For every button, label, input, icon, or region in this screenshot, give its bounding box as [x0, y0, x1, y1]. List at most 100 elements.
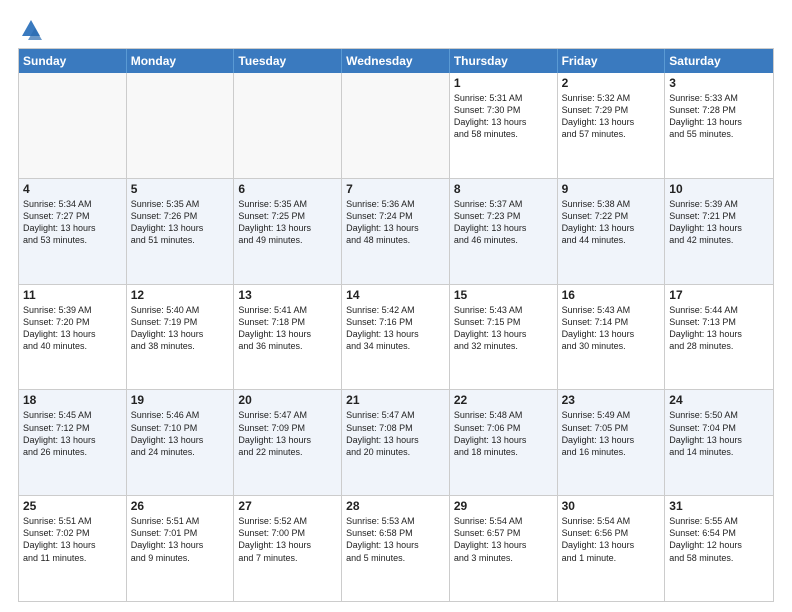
cell-info: Sunrise: 5:43 AM Sunset: 7:14 PM Dayligh… — [562, 304, 661, 353]
cell-info: Sunrise: 5:51 AM Sunset: 7:01 PM Dayligh… — [131, 515, 230, 564]
cal-cell-day-2: 2 Sunrise: 5:32 AM Sunset: 7:29 PM Daylig… — [558, 73, 666, 178]
calendar-row: 1 Sunrise: 5:31 AM Sunset: 7:30 PM Daylig… — [19, 73, 773, 179]
cell-info: Sunrise: 5:47 AM Sunset: 7:08 PM Dayligh… — [346, 409, 445, 458]
cal-cell-day-1: 1 Sunrise: 5:31 AM Sunset: 7:30 PM Daylig… — [450, 73, 558, 178]
cell-info: Sunrise: 5:39 AM Sunset: 7:21 PM Dayligh… — [669, 198, 769, 247]
cal-cell-day-23: 23 Sunrise: 5:49 AM Sunset: 7:05 PM Dayli… — [558, 390, 666, 495]
day-number: 19 — [131, 393, 230, 407]
cal-cell-day-10: 10 Sunrise: 5:39 AM Sunset: 7:21 PM Dayli… — [665, 179, 773, 284]
cell-info: Sunrise: 5:36 AM Sunset: 7:24 PM Dayligh… — [346, 198, 445, 247]
cal-cell-day-5: 5 Sunrise: 5:35 AM Sunset: 7:26 PM Daylig… — [127, 179, 235, 284]
cell-info: Sunrise: 5:43 AM Sunset: 7:15 PM Dayligh… — [454, 304, 553, 353]
cal-cell-day-26: 26Sunrise: 5:51 AM Sunset: 7:01 PM Dayli… — [127, 496, 235, 601]
cal-cell-day-30: 30 Sunrise: 5:54 AM Sunset: 6:56 PM Dayli… — [558, 496, 666, 601]
cell-info: Sunrise: 5:51 AM Sunset: 7:02 PM Dayligh… — [23, 515, 122, 564]
cell-info: Sunrise: 5:35 AM Sunset: 7:25 PM Dayligh… — [238, 198, 337, 247]
cal-cell-empty — [234, 73, 342, 178]
day-number: 21 — [346, 393, 445, 407]
cal-cell-day-14: 14Sunrise: 5:42 AM Sunset: 7:16 PM Dayli… — [342, 285, 450, 390]
cal-cell-empty — [342, 73, 450, 178]
page: SundayMondayTuesdayWednesdayThursdayFrid… — [0, 0, 792, 612]
day-number: 13 — [238, 288, 337, 302]
day-number: 22 — [454, 393, 553, 407]
cal-cell-day-8: 8Sunrise: 5:37 AM Sunset: 7:23 PM Daylig… — [450, 179, 558, 284]
day-number: 23 — [562, 393, 661, 407]
cell-info: Sunrise: 5:47 AM Sunset: 7:09 PM Dayligh… — [238, 409, 337, 458]
cal-cell-day-7: 7 Sunrise: 5:36 AM Sunset: 7:24 PM Daylig… — [342, 179, 450, 284]
cal-cell-day-9: 9 Sunrise: 5:38 AM Sunset: 7:22 PM Daylig… — [558, 179, 666, 284]
day-number: 1 — [454, 76, 553, 90]
cal-cell-day-18: 18Sunrise: 5:45 AM Sunset: 7:12 PM Dayli… — [19, 390, 127, 495]
day-number: 18 — [23, 393, 122, 407]
cal-cell-day-6: 6 Sunrise: 5:35 AM Sunset: 7:25 PM Daylig… — [234, 179, 342, 284]
logo — [18, 18, 42, 40]
header-day-thursday: Thursday — [450, 49, 558, 73]
cell-info: Sunrise: 5:41 AM Sunset: 7:18 PM Dayligh… — [238, 304, 337, 353]
cal-cell-day-28: 28Sunrise: 5:53 AM Sunset: 6:58 PM Dayli… — [342, 496, 450, 601]
cell-info: Sunrise: 5:54 AM Sunset: 6:56 PM Dayligh… — [562, 515, 661, 564]
cal-cell-day-29: 29 Sunrise: 5:54 AM Sunset: 6:57 PM Dayli… — [450, 496, 558, 601]
day-number: 16 — [562, 288, 661, 302]
cal-cell-day-3: 3 Sunrise: 5:33 AM Sunset: 7:28 PM Daylig… — [665, 73, 773, 178]
calendar-row: 4 Sunrise: 5:34 AM Sunset: 7:27 PM Daylig… — [19, 179, 773, 285]
day-number: 27 — [238, 499, 337, 513]
day-number: 25 — [23, 499, 122, 513]
cell-info: Sunrise: 5:32 AM Sunset: 7:29 PM Dayligh… — [562, 92, 661, 141]
day-number: 10 — [669, 182, 769, 196]
calendar-header: SundayMondayTuesdayWednesdayThursdayFrid… — [19, 49, 773, 73]
calendar-body: 1 Sunrise: 5:31 AM Sunset: 7:30 PM Daylig… — [19, 73, 773, 601]
cal-cell-day-20: 20Sunrise: 5:47 AM Sunset: 7:09 PM Dayli… — [234, 390, 342, 495]
cell-info: Sunrise: 5:31 AM Sunset: 7:30 PM Dayligh… — [454, 92, 553, 141]
header-day-sunday: Sunday — [19, 49, 127, 73]
day-number: 7 — [346, 182, 445, 196]
cell-info: Sunrise: 5:34 AM Sunset: 7:27 PM Dayligh… — [23, 198, 122, 247]
header-day-tuesday: Tuesday — [234, 49, 342, 73]
day-number: 4 — [23, 182, 122, 196]
cell-info: Sunrise: 5:39 AM Sunset: 7:20 PM Dayligh… — [23, 304, 122, 353]
day-number: 5 — [131, 182, 230, 196]
cal-cell-day-19: 19 Sunrise: 5:46 AM Sunset: 7:10 PM Dayli… — [127, 390, 235, 495]
day-number: 9 — [562, 182, 661, 196]
cell-info: Sunrise: 5:49 AM Sunset: 7:05 PM Dayligh… — [562, 409, 661, 458]
cell-info: Sunrise: 5:53 AM Sunset: 6:58 PM Dayligh… — [346, 515, 445, 564]
cal-cell-day-12: 12 Sunrise: 5:40 AM Sunset: 7:19 PM Dayli… — [127, 285, 235, 390]
cell-info: Sunrise: 5:35 AM Sunset: 7:26 PM Dayligh… — [131, 198, 230, 247]
cell-info: Sunrise: 5:54 AM Sunset: 6:57 PM Dayligh… — [454, 515, 553, 564]
day-number: 3 — [669, 76, 769, 90]
header-day-monday: Monday — [127, 49, 235, 73]
cal-cell-day-4: 4 Sunrise: 5:34 AM Sunset: 7:27 PM Daylig… — [19, 179, 127, 284]
cal-cell-day-15: 15Sunrise: 5:43 AM Sunset: 7:15 PM Dayli… — [450, 285, 558, 390]
header-day-saturday: Saturday — [665, 49, 773, 73]
cell-info: Sunrise: 5:42 AM Sunset: 7:16 PM Dayligh… — [346, 304, 445, 353]
cell-info: Sunrise: 5:52 AM Sunset: 7:00 PM Dayligh… — [238, 515, 337, 564]
cal-cell-day-17: 17Sunrise: 5:44 AM Sunset: 7:13 PM Dayli… — [665, 285, 773, 390]
calendar-row: 11 Sunrise: 5:39 AM Sunset: 7:20 PM Dayli… — [19, 285, 773, 391]
day-number: 30 — [562, 499, 661, 513]
cell-info: Sunrise: 5:46 AM Sunset: 7:10 PM Dayligh… — [131, 409, 230, 458]
day-number: 6 — [238, 182, 337, 196]
cell-info: Sunrise: 5:40 AM Sunset: 7:19 PM Dayligh… — [131, 304, 230, 353]
day-number: 11 — [23, 288, 122, 302]
day-number: 17 — [669, 288, 769, 302]
calendar-row: 25 Sunrise: 5:51 AM Sunset: 7:02 PM Dayli… — [19, 496, 773, 601]
day-number: 2 — [562, 76, 661, 90]
cal-cell-day-31: 31Sunrise: 5:55 AM Sunset: 6:54 PM Dayli… — [665, 496, 773, 601]
cal-cell-day-22: 22 Sunrise: 5:48 AM Sunset: 7:06 PM Dayli… — [450, 390, 558, 495]
cal-cell-empty — [19, 73, 127, 178]
cell-info: Sunrise: 5:48 AM Sunset: 7:06 PM Dayligh… — [454, 409, 553, 458]
cal-cell-day-16: 16 Sunrise: 5:43 AM Sunset: 7:14 PM Dayli… — [558, 285, 666, 390]
day-number: 24 — [669, 393, 769, 407]
day-number: 29 — [454, 499, 553, 513]
cell-info: Sunrise: 5:33 AM Sunset: 7:28 PM Dayligh… — [669, 92, 769, 141]
cell-info: Sunrise: 5:37 AM Sunset: 7:23 PM Dayligh… — [454, 198, 553, 247]
header-day-wednesday: Wednesday — [342, 49, 450, 73]
cal-cell-day-24: 24Sunrise: 5:50 AM Sunset: 7:04 PM Dayli… — [665, 390, 773, 495]
cal-cell-day-27: 27 Sunrise: 5:52 AM Sunset: 7:00 PM Dayli… — [234, 496, 342, 601]
day-number: 12 — [131, 288, 230, 302]
cal-cell-empty — [127, 73, 235, 178]
cal-cell-day-25: 25 Sunrise: 5:51 AM Sunset: 7:02 PM Dayli… — [19, 496, 127, 601]
cell-info: Sunrise: 5:38 AM Sunset: 7:22 PM Dayligh… — [562, 198, 661, 247]
cal-cell-day-21: 21 Sunrise: 5:47 AM Sunset: 7:08 PM Dayli… — [342, 390, 450, 495]
cal-cell-day-11: 11 Sunrise: 5:39 AM Sunset: 7:20 PM Dayli… — [19, 285, 127, 390]
calendar: SundayMondayTuesdayWednesdayThursdayFrid… — [18, 48, 774, 602]
